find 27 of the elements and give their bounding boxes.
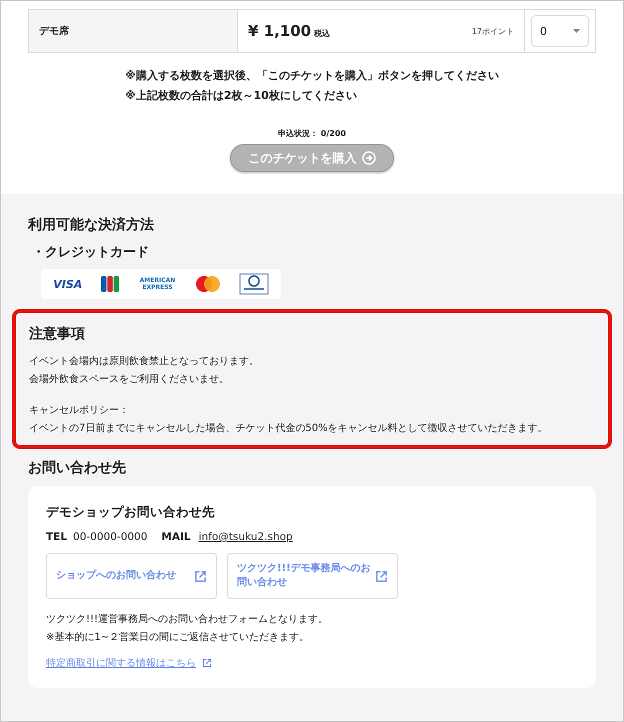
notice-text: キャンセルポリシー：	[29, 404, 130, 418]
instruction-note: ※購入する枚数を選択後、「このチケットを購入」ボタンを押してください	[125, 68, 499, 83]
ticket-price: ¥ 1,100	[248, 22, 312, 40]
notice-text: イベントの7日前までにキャンセルした場合、チケット代金の50%をキャンセル料として徴収させていただきます。	[29, 422, 549, 436]
payment-method: ・クレジットカード	[32, 244, 150, 261]
contact-description: ツクツク!!!運営事務局へのお問い合わせフォームとなります。	[46, 612, 330, 627]
shop-contact-title: デモショップお問い合わせ先	[46, 504, 216, 521]
instruction-note: ※上記枚数の合計は2枚～10枚にしてください	[125, 88, 358, 103]
section-title: 注意事項	[29, 325, 86, 343]
contact-description: ※基本的に1~２営業日の間にご返信させていただきます。	[46, 630, 310, 644]
notice-text: 会場外飲食スペースをご利用くださいませ。	[29, 372, 230, 386]
section-title: お問い合わせ先	[28, 459, 127, 477]
application-status: 申込状況： 0/200	[278, 128, 346, 139]
quantity-select[interactable]: 0	[531, 15, 589, 47]
notice-text: イベント会場内は原則飲食禁止となっております。	[29, 354, 260, 369]
tel-number: 00-0000-0000	[73, 531, 148, 543]
section-title: 利用可能な決済方法	[28, 216, 155, 234]
legal-info-link[interactable]: 特定商取引に関する情報はこちら	[46, 656, 196, 670]
visa-logo: VISA	[53, 278, 82, 290]
mail-label: MAIL	[161, 531, 191, 543]
tax-label: 税込	[314, 29, 330, 38]
contact-button[interactable]: ツクツク!!!デモ事務局へのお問い合わせ	[227, 553, 398, 599]
tel-label: TEL	[46, 531, 68, 543]
points-label: 17ポイント	[472, 26, 514, 36]
mail-link[interactable]: info@tsuku2.shop	[198, 531, 293, 543]
contact-button[interactable]: ショップへのお問い合わせ	[46, 553, 217, 599]
seat-name-cell: デモ席	[28, 10, 238, 52]
